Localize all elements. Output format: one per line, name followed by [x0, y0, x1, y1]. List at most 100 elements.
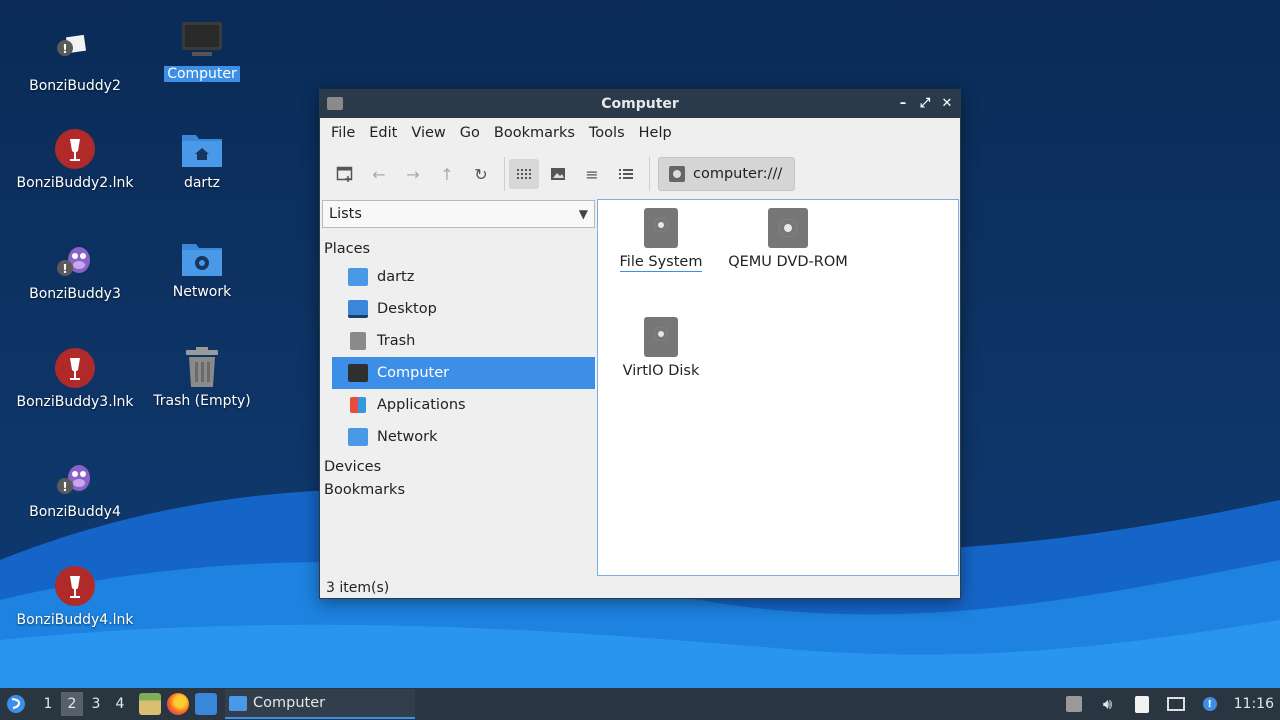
file-manager-window: Computer – ⤢ ✕ File Edit View Go Bookmar…	[319, 89, 961, 599]
network-folder-icon	[348, 428, 368, 446]
toolbar-separator	[649, 157, 650, 191]
minimize-icon[interactable]: –	[896, 95, 910, 111]
chevron-down-icon: ▼	[578, 207, 588, 221]
network-status-icon[interactable]	[1166, 694, 1186, 714]
side-pane-mode-select[interactable]: Lists ▼	[322, 200, 595, 228]
firefox-icon[interactable]	[167, 693, 189, 715]
folder-icon	[327, 97, 343, 110]
menu-help[interactable]: Help	[632, 125, 679, 141]
place-dartz[interactable]: dartz	[332, 261, 595, 293]
desktop-icon	[348, 300, 368, 318]
drive-icon	[644, 208, 678, 248]
thumbnail-view-icon[interactable]	[543, 159, 573, 189]
menubar: File Edit View Go Bookmarks Tools Help	[320, 118, 960, 148]
system-tray: 🔊︎ ! 11:16	[1064, 688, 1280, 720]
item-virtio-disk[interactable]: VirtIO Disk	[596, 317, 726, 379]
menu-bookmarks[interactable]: Bookmarks	[487, 125, 582, 141]
desktop-icon-bonzibuddy3-lnk[interactable]: BonziBuddy3.lnk	[11, 346, 139, 410]
tray-eject-icon[interactable]	[1064, 694, 1084, 714]
place-trash[interactable]: Trash	[332, 325, 595, 357]
svg-text:!: !	[62, 262, 67, 276]
menu-view[interactable]: View	[404, 125, 452, 141]
desktop-icon-label: BonziBuddy2	[29, 78, 121, 94]
clipboard-icon[interactable]	[1132, 694, 1152, 714]
file-view[interactable]: File System QEMU DVD-ROM VirtIO Disk	[597, 199, 959, 576]
desktop-icon-bonzibuddy4[interactable]: ! BonziBuddy4	[11, 456, 139, 520]
icon-view-icon[interactable]	[509, 159, 539, 189]
item-label: File System	[619, 254, 703, 272]
start-menu-icon[interactable]	[3, 691, 29, 717]
menu-tools[interactable]: Tools	[582, 125, 632, 141]
reload-icon[interactable]: ↻	[466, 159, 496, 189]
item-label: VirtIO Disk	[622, 363, 700, 379]
taskbar-task-computer[interactable]: Computer	[225, 689, 415, 719]
trash-icon	[180, 345, 224, 389]
desktop-icon-bonzibuddy4-lnk[interactable]: BonziBuddy4.lnk	[11, 564, 139, 628]
place-label: Network	[377, 429, 438, 445]
place-desktop[interactable]: Desktop	[332, 293, 595, 325]
workspace-3[interactable]: 3	[85, 692, 107, 716]
toolbar: ← → ↑ ↻ ≡ computer:///	[320, 148, 960, 200]
place-label: Computer	[377, 365, 450, 381]
network-folder-icon	[180, 236, 224, 280]
desktop-icon-bonzibuddy3[interactable]: ! BonziBuddy3	[11, 238, 139, 302]
desktop-icon-label: Computer	[164, 66, 240, 82]
bonzibuddy-warning-icon: !	[53, 456, 97, 500]
workspace-2[interactable]: 2	[61, 692, 83, 716]
compact-view-icon[interactable]: ≡	[577, 159, 607, 189]
menu-file[interactable]: File	[324, 125, 362, 141]
side-pane: Lists ▼ Places dartz Desktop Trash Compu…	[321, 200, 595, 576]
home-folder-icon	[180, 127, 224, 171]
item-file-system[interactable]: File System	[596, 208, 726, 272]
window-titlebar[interactable]: Computer – ⤢ ✕	[320, 90, 960, 118]
clock[interactable]: 11:16	[1234, 696, 1274, 712]
desktop-icon-bonzibuddy2-lnk[interactable]: BonziBuddy2.lnk	[11, 127, 139, 191]
desktop-icon-label: BonziBuddy4	[29, 504, 121, 520]
location-path: computer:///	[693, 166, 783, 182]
bookmarks-header[interactable]: Bookmarks	[321, 479, 595, 502]
desktop-icon-label: BonziBuddy3	[29, 286, 121, 302]
toolbar-separator	[504, 157, 505, 191]
home-folder-icon	[348, 268, 368, 286]
desktop-icon-label: BonziBuddy2.lnk	[16, 175, 134, 191]
computer-icon	[348, 364, 368, 382]
detailed-list-view-icon[interactable]	[611, 159, 641, 189]
desktop-icon-trash[interactable]: Trash (Empty)	[138, 345, 266, 409]
location-bar[interactable]: computer:///	[658, 157, 796, 191]
devices-header[interactable]: Devices	[321, 456, 595, 479]
desktop-icon-dartz[interactable]: dartz	[138, 127, 266, 191]
place-label: Trash	[377, 333, 416, 349]
bonzibuddy-warning-icon: !	[53, 238, 97, 282]
show-desktop-icon[interactable]	[195, 693, 217, 715]
desktop-icon-computer[interactable]: Computer	[138, 18, 266, 82]
update-notification-icon[interactable]: !	[1200, 694, 1220, 714]
forward-arrow-icon[interactable]: →	[398, 159, 428, 189]
place-label: Applications	[377, 397, 466, 413]
workspace-4[interactable]: 4	[109, 692, 131, 716]
item-qemu-dvd-rom[interactable]: QEMU DVD-ROM	[723, 208, 853, 270]
up-arrow-icon[interactable]: ↑	[432, 159, 462, 189]
desktop-icon-network[interactable]: Network	[138, 236, 266, 300]
volume-icon[interactable]: 🔊︎	[1098, 694, 1118, 714]
place-applications[interactable]: Applications	[332, 389, 595, 421]
workspace-1[interactable]: 1	[37, 692, 59, 716]
place-label: Desktop	[377, 301, 437, 317]
desktop-icon-bonzibuddy2[interactable]: ! BonziBuddy2	[11, 30, 139, 94]
place-network[interactable]: Network	[332, 421, 595, 453]
desktop-icon-label: BonziBuddy4.lnk	[16, 612, 134, 628]
file-manager-launcher-icon[interactable]	[139, 693, 161, 715]
place-computer[interactable]: Computer	[332, 357, 595, 389]
places-header[interactable]: Places	[321, 238, 595, 261]
drive-icon	[669, 166, 685, 182]
close-icon[interactable]: ✕	[940, 95, 954, 111]
menu-go[interactable]: Go	[453, 125, 487, 141]
maximize-icon[interactable]: ⤢	[918, 95, 932, 111]
back-arrow-icon[interactable]: ←	[364, 159, 394, 189]
new-tab-icon[interactable]	[330, 159, 360, 189]
exe-warning-icon: !	[53, 30, 97, 74]
desktop-icon-label: BonziBuddy3.lnk	[16, 394, 134, 410]
menu-edit[interactable]: Edit	[362, 125, 404, 141]
svg-text:!: !	[62, 42, 67, 56]
window-title: Computer	[601, 96, 679, 112]
svg-text:!: !	[62, 480, 67, 494]
